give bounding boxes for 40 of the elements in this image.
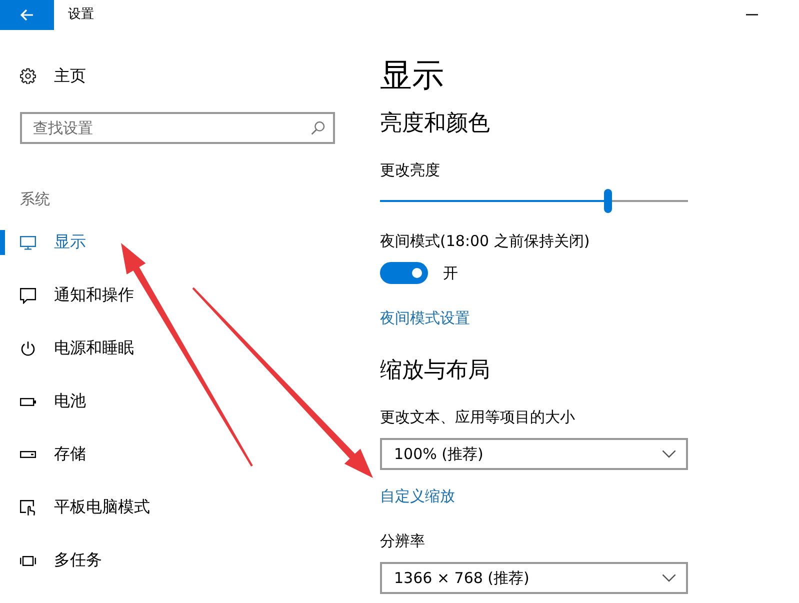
chevron-down-icon xyxy=(662,450,676,458)
nav-item[interactable]: 存储 xyxy=(0,428,86,481)
setting-label: 更改文本、应用等项目的大小 xyxy=(380,407,576,427)
setting-label: 更改亮度 xyxy=(380,160,441,180)
setting-label: 分辨率 xyxy=(380,531,426,551)
slider-thumb[interactable] xyxy=(604,189,612,213)
nav-item[interactable]: 电源和睡眠 xyxy=(0,322,134,375)
page-title: 显示 xyxy=(380,55,445,95)
section-heading: 缩放与布局 xyxy=(380,357,490,385)
selection-indicator xyxy=(0,230,5,255)
setting-label: 夜间模式(18:00 之前保持关闭) xyxy=(380,231,590,251)
power-icon xyxy=(20,340,36,356)
drive-icon xyxy=(20,451,36,458)
tablet-touch-icon xyxy=(20,500,36,516)
battery-icon xyxy=(20,398,36,406)
chat-bubble-icon xyxy=(20,288,36,304)
link[interactable]: 夜间模式设置 xyxy=(380,308,470,328)
nav-item[interactable]: 平板电脑模式 xyxy=(0,481,150,534)
arrow-left-icon xyxy=(20,9,34,21)
dropdown[interactable]: 100% (推荐) xyxy=(380,438,688,470)
nav-item[interactable]: 多任务 xyxy=(0,534,102,587)
minimize-icon xyxy=(746,14,758,16)
section-heading: 亮度和颜色 xyxy=(380,110,490,138)
window-stack-icon xyxy=(20,556,36,566)
chevron-down-icon xyxy=(662,574,676,582)
search-icon xyxy=(311,121,325,135)
home-nav-item[interactable]: 主页 xyxy=(20,56,86,96)
search-field[interactable]: 查找设置 xyxy=(20,112,335,144)
link[interactable]: 自定义缩放 xyxy=(380,486,455,506)
nav-item[interactable]: 通知和操作 xyxy=(0,269,134,322)
toggle-switch[interactable] xyxy=(380,262,428,284)
back-button[interactable] xyxy=(0,0,54,30)
dropdown[interactable]: 1366 × 768 (推荐) xyxy=(380,562,688,594)
monitor-icon xyxy=(20,236,36,250)
settings-icon xyxy=(20,68,36,84)
section-label: 系统 xyxy=(20,189,50,209)
nav-item[interactable]: 显示 xyxy=(0,216,86,269)
nav-item[interactable]: 电池 xyxy=(0,375,86,428)
toggle-state-label: 开 xyxy=(443,263,458,283)
window-title: 设置 xyxy=(68,7,94,23)
